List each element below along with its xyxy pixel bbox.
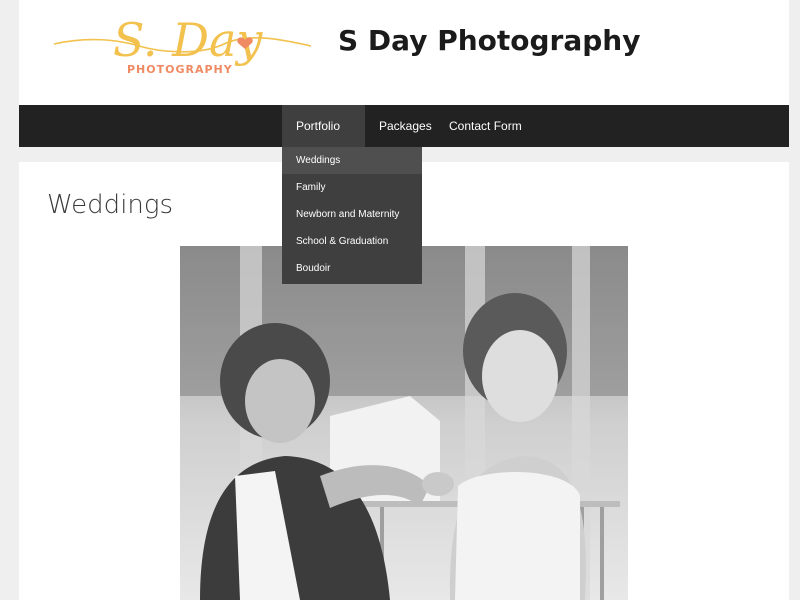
wedding-photo[interactable] [180,246,628,600]
page-title: Weddings [47,190,174,220]
nav-item-contact-form[interactable]: Contact Form [435,105,541,147]
logo-subtext: PHOTOGRAPHY [127,63,233,76]
dropdown-item-weddings[interactable]: Weddings [282,147,422,174]
site-title[interactable]: S Day Photography [338,24,640,57]
nav-label-portfolio: Portfolio [296,119,341,133]
nav-item-packages[interactable]: Packages [365,105,435,147]
dropdown-item-family[interactable]: Family [282,174,422,201]
dropdown-item-school-graduation[interactable]: School & Graduation [282,228,422,255]
nav-item-portfolio[interactable]: Portfolio [282,105,365,172]
main-navigation: Portfolio Packages Contact Form [19,105,789,172]
dropdown-item-boudoir[interactable]: Boudoir [282,255,422,282]
site-logo[interactable]: S. Day PHOTOGRAPHY [49,0,319,92]
portfolio-dropdown-menu: Weddings Family Newborn and Maternity Sc… [282,147,422,284]
logo-graphic: S. Day PHOTOGRAPHY [53,13,312,76]
site-header: S. Day PHOTOGRAPHY S Day Photography [19,0,789,105]
dropdown-item-newborn-maternity[interactable]: Newborn and Maternity [282,201,422,228]
